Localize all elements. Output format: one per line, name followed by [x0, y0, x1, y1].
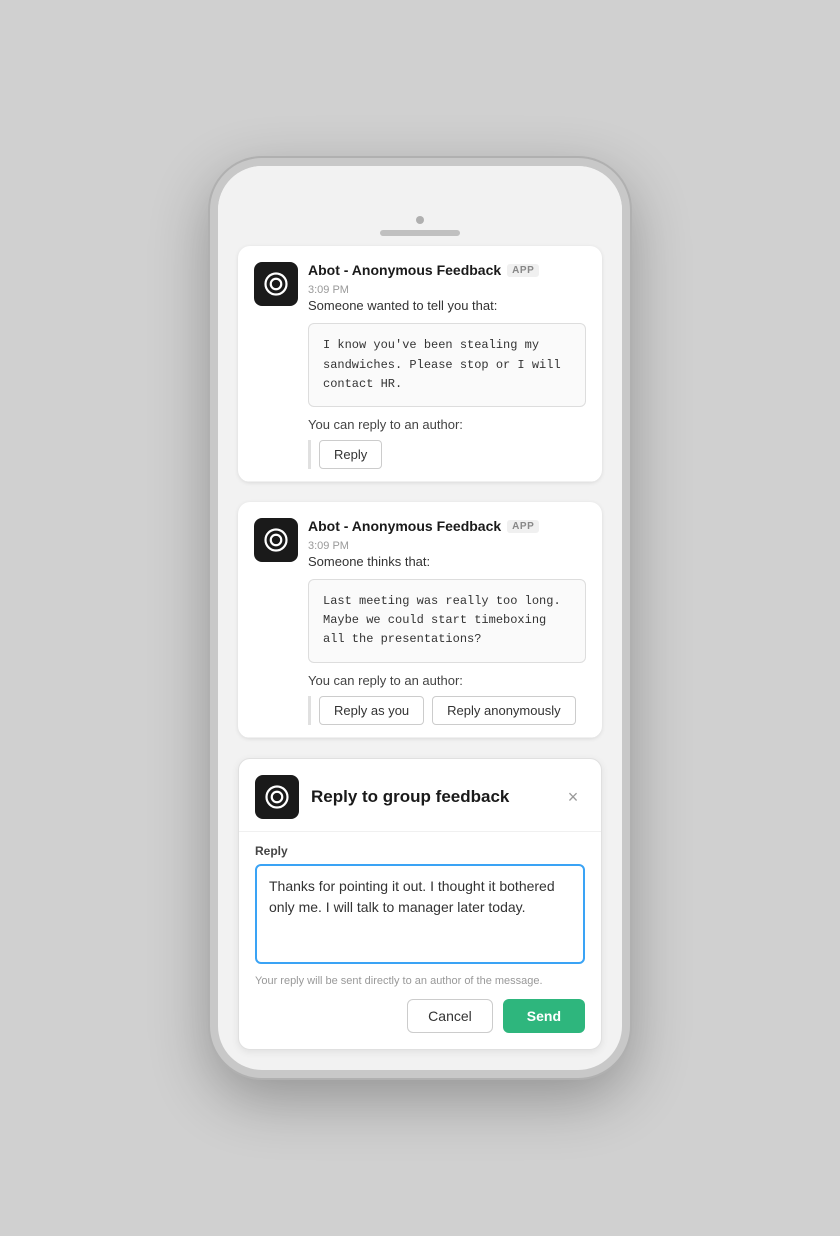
- modal-body: Reply Your reply will be sent directly t…: [239, 832, 601, 1049]
- reply-buttons-1: Reply: [308, 440, 586, 469]
- send-button[interactable]: Send: [503, 999, 585, 1033]
- reply-prompt-1: You can reply to an author:: [308, 417, 586, 432]
- reply-buttons-2: Reply as you Reply anonymously: [308, 696, 586, 725]
- message-meta-1: Abot - Anonymous Feedback APP 3:09 PM So…: [308, 262, 586, 313]
- message-subtitle-2: Someone thinks that:: [308, 554, 586, 569]
- reply-section-1: You can reply to an author: Reply: [308, 417, 586, 469]
- bot-avatar-2: [254, 518, 298, 562]
- modal-actions: Cancel Send: [255, 999, 585, 1033]
- message-block-1: Abot - Anonymous Feedback APP 3:09 PM So…: [238, 246, 602, 482]
- bot-name-2: Abot - Anonymous Feedback: [308, 518, 501, 534]
- message-header-1: Abot - Anonymous Feedback APP 3:09 PM So…: [254, 262, 586, 313]
- reply-modal: Reply to group feedback × Reply Your rep…: [238, 758, 602, 1050]
- modal-header: Reply to group feedback ×: [239, 759, 601, 832]
- cancel-button[interactable]: Cancel: [407, 999, 493, 1033]
- app-badge-1: APP: [507, 264, 539, 277]
- hint-text: Your reply will be sent directly to an a…: [255, 975, 585, 987]
- bot-avatar-1: [254, 262, 298, 306]
- message-content-2: Last meeting was really too long. Maybe …: [308, 579, 586, 663]
- reply-anonymously-button[interactable]: Reply anonymously: [432, 696, 575, 725]
- reply-textarea[interactable]: [255, 864, 585, 964]
- modal-avatar: [255, 775, 299, 819]
- title-row-2: Abot - Anonymous Feedback APP 3:09 PM: [308, 518, 586, 552]
- message-time-1: 3:09 PM: [308, 284, 349, 296]
- title-row-1: Abot - Anonymous Feedback APP 3:09 PM: [308, 262, 586, 296]
- bot-name-1: Abot - Anonymous Feedback: [308, 262, 501, 278]
- app-badge-2: APP: [507, 520, 539, 533]
- message-card-1: Abot - Anonymous Feedback APP 3:09 PM So…: [238, 246, 602, 482]
- reply-as-you-button[interactable]: Reply as you: [319, 696, 424, 725]
- reply-prompt-2: You can reply to an author:: [308, 673, 586, 688]
- message-time-2: 3:09 PM: [308, 540, 349, 552]
- modal-title: Reply to group feedback: [311, 787, 549, 807]
- message-meta-2: Abot - Anonymous Feedback APP 3:09 PM So…: [308, 518, 586, 569]
- message-subtitle-1: Someone wanted to tell you that:: [308, 298, 586, 313]
- message-block-2: Abot - Anonymous Feedback APP 3:09 PM So…: [238, 502, 602, 738]
- message-content-1: I know you've been stealing my sandwiche…: [308, 323, 586, 407]
- phone-frame: Abot - Anonymous Feedback APP 3:09 PM So…: [210, 158, 630, 1077]
- close-button[interactable]: ×: [561, 785, 585, 809]
- reply-field-label: Reply: [255, 844, 585, 858]
- reply-section-2: You can reply to an author: Reply as you…: [308, 673, 586, 725]
- reply-button-1[interactable]: Reply: [319, 440, 382, 469]
- front-camera: [416, 216, 424, 224]
- phone-top: [218, 166, 622, 246]
- side-button-left: [210, 286, 213, 316]
- message-card-2: Abot - Anonymous Feedback APP 3:09 PM So…: [238, 502, 602, 738]
- speaker-bar: [380, 230, 460, 236]
- side-button-right: [627, 306, 630, 356]
- message-header-2: Abot - Anonymous Feedback APP 3:09 PM So…: [254, 518, 586, 569]
